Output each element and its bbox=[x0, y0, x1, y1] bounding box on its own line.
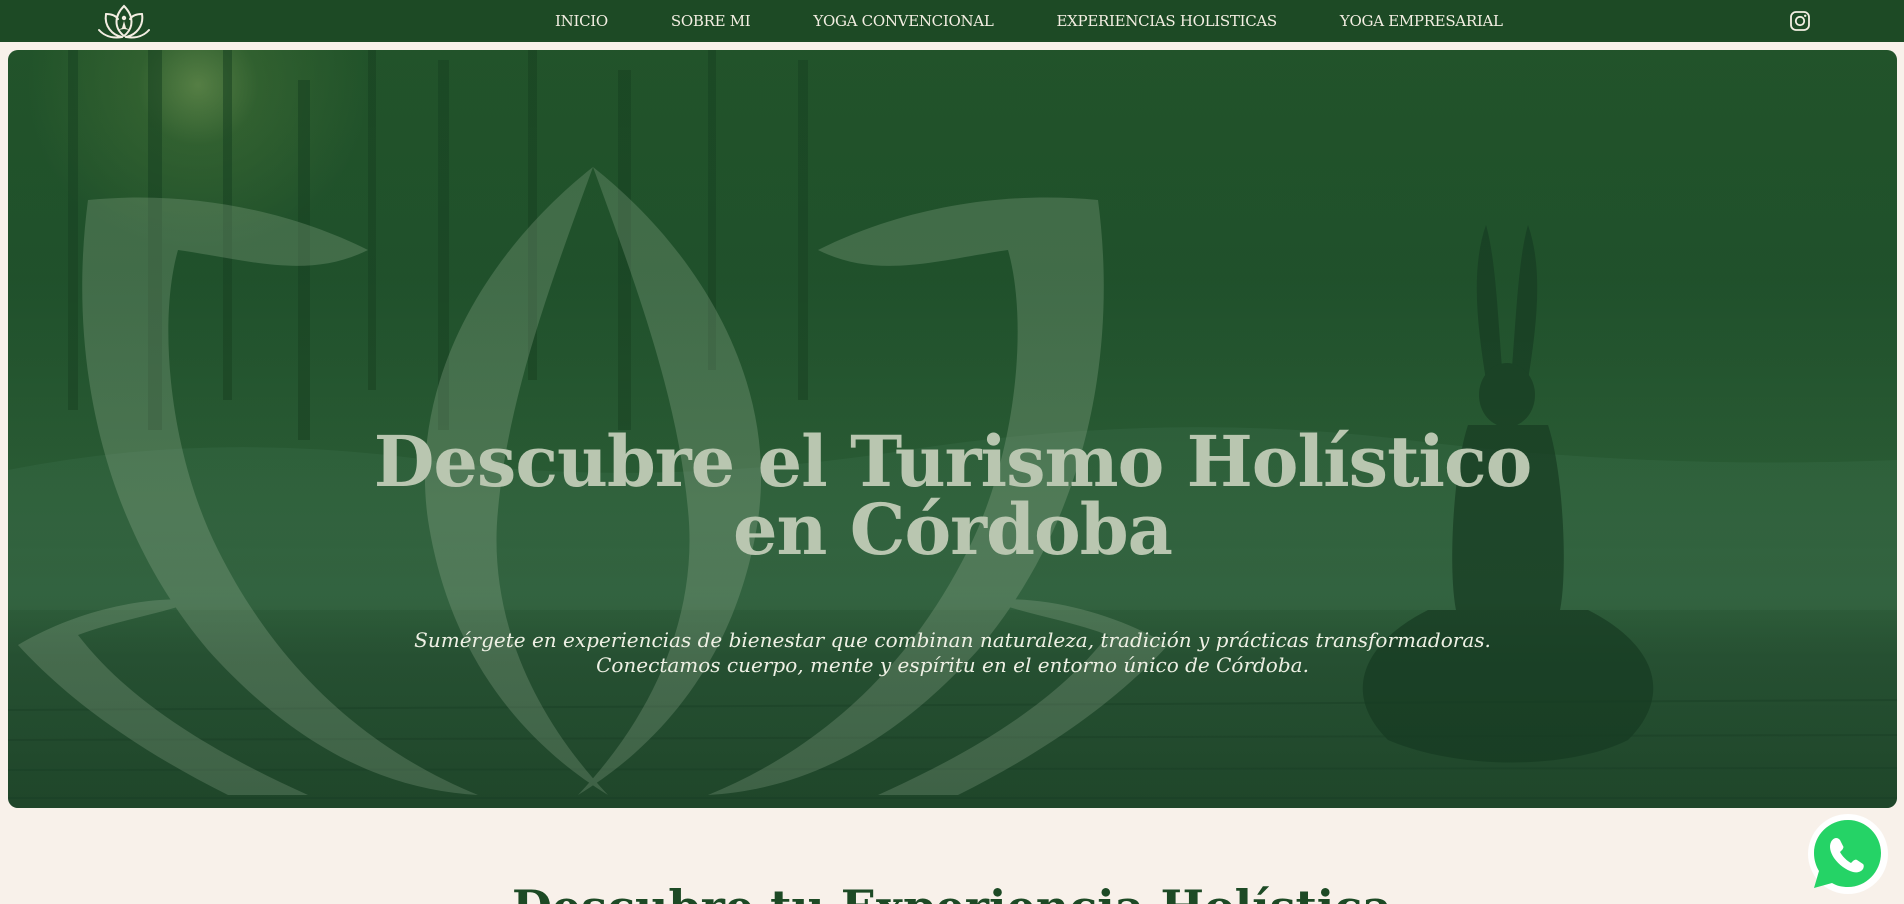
main-nav: INICIO SOBRE MI YOGA CONVENCIONAL EXPERI… bbox=[555, 0, 1503, 42]
hero-title-line-1: Descubre el Turismo Holístico bbox=[373, 420, 1533, 503]
nav-link-sobre-mi[interactable]: SOBRE MI bbox=[671, 12, 751, 30]
hero-banner: Descubre el Turismo Holístico en Córdoba… bbox=[8, 50, 1897, 808]
hero-title-line-2: en Córdoba bbox=[732, 488, 1173, 571]
hero-subtitle-line-2: Conectamos cuerpo, mente y espíritu en e… bbox=[596, 653, 1309, 677]
whatsapp-icon[interactable] bbox=[1806, 812, 1890, 896]
nav-link-yoga-convencional[interactable]: YOGA CONVENCIONAL bbox=[813, 12, 993, 30]
instagram-icon[interactable] bbox=[1789, 10, 1811, 32]
top-navbar: INICIO SOBRE MI YOGA CONVENCIONAL EXPERI… bbox=[0, 0, 1904, 42]
next-section-heading-wrapper: Descubre tu Experiencia Holística bbox=[0, 884, 1904, 904]
nav-link-yoga-empresarial[interactable]: YOGA EMPRESARIAL bbox=[1340, 12, 1503, 30]
hero-subtitle-line-1: Sumérgete en experiencias de bienestar q… bbox=[414, 628, 1491, 652]
lotus-logo-icon[interactable] bbox=[96, 2, 152, 40]
nav-link-experiencias-holisticas[interactable]: EXPERIENCIAS HOLISTICAS bbox=[1057, 12, 1278, 30]
nav-link-inicio[interactable]: INICIO bbox=[555, 12, 608, 30]
hero-title: Descubre el Turismo Holístico en Córdoba bbox=[8, 420, 1897, 571]
next-section-heading: Descubre tu Experiencia Holística bbox=[0, 884, 1904, 904]
hero-subtitle: Sumérgete en experiencias de bienestar q… bbox=[8, 628, 1897, 678]
